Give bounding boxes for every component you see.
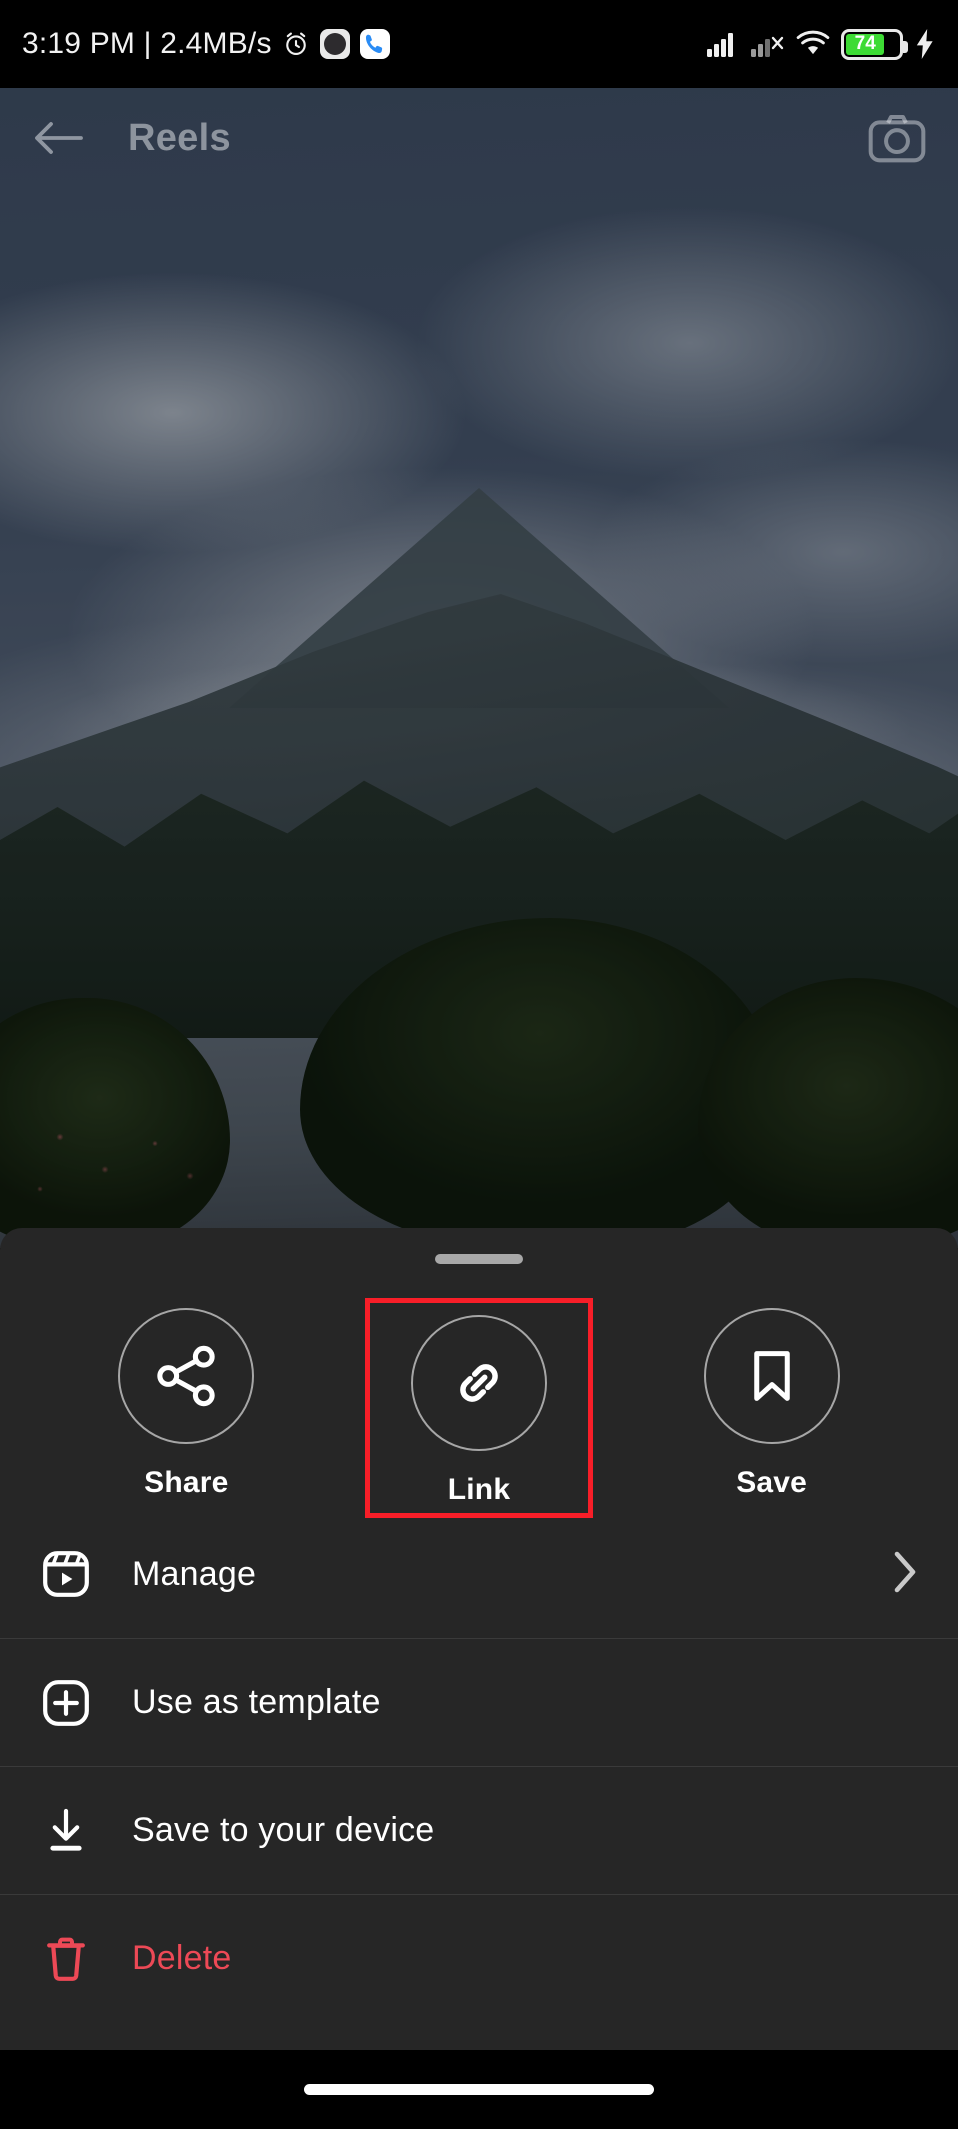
- clock-app-icon: [319, 29, 350, 59]
- share-action-label: Share: [144, 1466, 229, 1499]
- share-action-button[interactable]: Share: [72, 1298, 300, 1500]
- trash-icon-wrap: [40, 1933, 102, 1985]
- wifi-icon: [796, 30, 830, 55]
- save-action-button[interactable]: Save: [658, 1298, 886, 1500]
- plus-square-icon-wrap: [40, 1677, 102, 1729]
- status-bar-right: 74: [706, 28, 936, 60]
- bookmark-icon: [753, 1351, 790, 1401]
- status-bar-left: 3:19 PM | 2.4MB/s: [22, 27, 706, 61]
- chevron-right-icon: [892, 1550, 918, 1599]
- back-arrow-icon: [35, 122, 83, 154]
- page-title: Reels: [128, 116, 231, 159]
- menu-item-save-to-device[interactable]: Save to your device: [0, 1766, 958, 1894]
- plus-square-icon: [43, 1679, 89, 1726]
- link-action-button[interactable]: Link: [364, 1298, 593, 1518]
- drag-handle[interactable]: [435, 1254, 523, 1264]
- battery-level-text: 74: [846, 33, 885, 55]
- app-bar: Reels: [0, 88, 958, 188]
- camera-icon: [868, 115, 926, 163]
- signal-full-icon: [707, 33, 733, 57]
- menu-item-use-as-template[interactable]: Use as template: [0, 1638, 958, 1766]
- phone-screen: 3:19 PM | 2.4MB/s 74 Reels Share Link Sa…: [0, 0, 958, 2129]
- menu-label-manage: Manage: [132, 1554, 257, 1593]
- quick-actions-row: Share Link Save: [0, 1264, 958, 1518]
- menu-label-save-to-device: Save to your device: [132, 1811, 435, 1849]
- share-icon: [157, 1345, 216, 1407]
- reel-video-frame[interactable]: [0, 88, 958, 1248]
- save-action-label: Save: [736, 1466, 808, 1499]
- phone-app-icon: [359, 29, 390, 59]
- battery-icon: 74: [841, 28, 908, 60]
- menu-item-manage[interactable]: Manage: [0, 1510, 958, 1638]
- share-icon-circle: [118, 1308, 255, 1444]
- phone-glyph-icon: [365, 34, 382, 54]
- alarm-icon: [285, 32, 306, 55]
- signal-no-service-icon: [751, 36, 784, 57]
- download-icon-wrap: [40, 1805, 102, 1857]
- status-bar: 3:19 PM | 2.4MB/s 74: [0, 0, 958, 88]
- camera-button[interactable]: [866, 107, 928, 169]
- menu-item-delete[interactable]: Delete: [0, 1894, 958, 2022]
- reels-icon-wrap: [40, 1548, 102, 1600]
- link-action-label: Link: [447, 1472, 511, 1506]
- link-icon: [460, 1363, 498, 1402]
- status-time-and-speed: 3:19 PM | 2.4MB/s: [22, 27, 272, 60]
- bookmark-icon-circle: [703, 1308, 840, 1444]
- options-bottom-sheet: Share Link Save Manage Use as template S…: [0, 1228, 958, 2050]
- download-icon: [50, 1808, 82, 1851]
- menu-label-use-as-template: Use as template: [132, 1683, 381, 1721]
- link-icon-circle: [410, 1314, 547, 1451]
- trash-icon: [47, 1937, 85, 1981]
- back-button[interactable]: [30, 109, 88, 167]
- chevron-right-glyph-icon: [894, 1551, 916, 1592]
- charging-bolt-icon: [916, 29, 933, 59]
- media-dim-overlay: [0, 88, 958, 1248]
- navigation-bar: [0, 2050, 958, 2129]
- home-indicator[interactable]: [304, 2084, 654, 2095]
- reels-icon: [43, 1551, 89, 1597]
- menu-label-delete: Delete: [132, 1939, 232, 1977]
- options-menu-list: Manage Use as template Save to your devi…: [0, 1510, 958, 2022]
